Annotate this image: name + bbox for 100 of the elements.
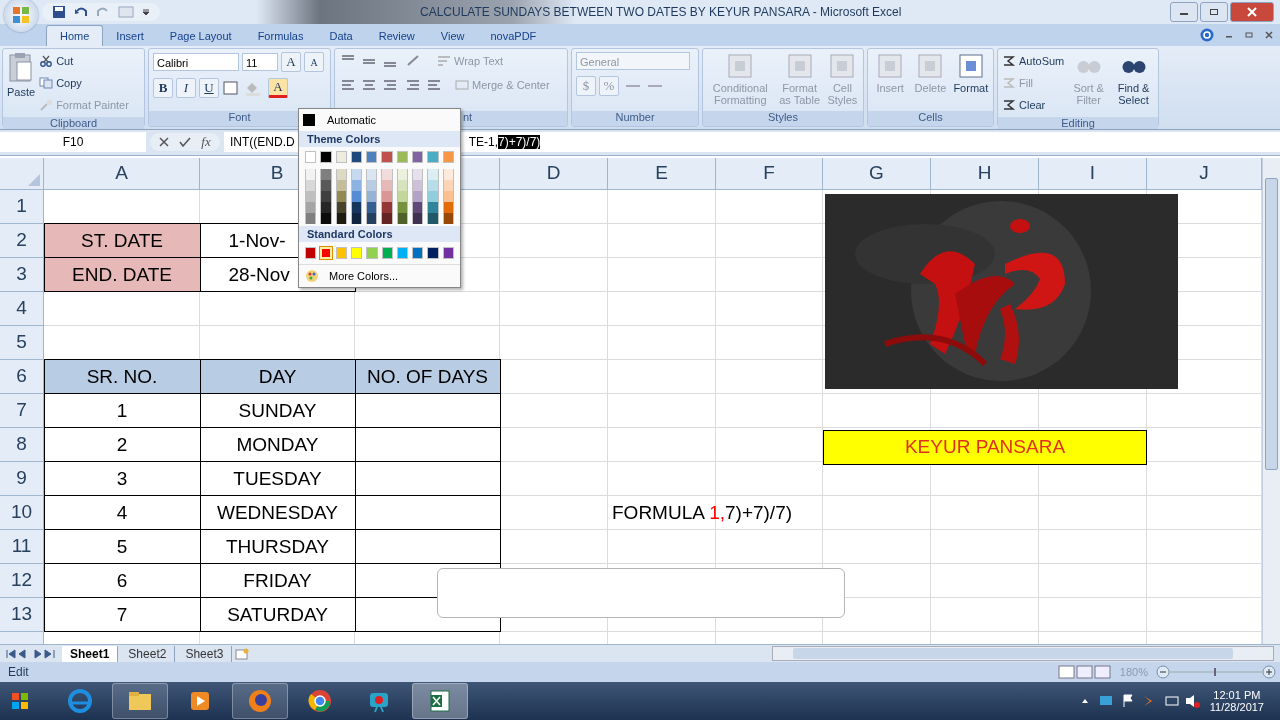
column-header[interactable]: D (500, 157, 608, 190)
editing-button[interactable]: AutoSum (1002, 52, 1065, 70)
color-swatch[interactable] (381, 202, 393, 213)
row-header[interactable]: 6 (0, 359, 44, 394)
font-size-field[interactable]: 11 (242, 53, 278, 71)
color-swatch[interactable] (427, 213, 439, 224)
column-header[interactable]: J (1147, 157, 1262, 190)
vertical-scrollbar[interactable] (1262, 157, 1280, 645)
color-swatch[interactable] (381, 247, 393, 259)
insert-sheet-icon[interactable] (234, 647, 251, 660)
color-swatch[interactable] (442, 213, 454, 224)
row-header[interactable]: 7 (0, 393, 44, 428)
maximize-button[interactable] (1200, 2, 1228, 22)
color-swatch[interactable] (335, 247, 347, 259)
color-swatch[interactable] (305, 213, 317, 224)
row-header[interactable]: 4 (0, 291, 44, 326)
row-header[interactable]: 12 (0, 563, 44, 598)
color-swatch[interactable] (396, 202, 409, 213)
column-header[interactable]: A (44, 157, 200, 190)
color-swatch[interactable] (320, 191, 332, 202)
color-swatch[interactable] (442, 169, 454, 180)
close-icon[interactable] (1264, 30, 1274, 40)
color-swatch[interactable] (350, 169, 363, 180)
horizontal-scrollbar[interactable] (772, 646, 1275, 662)
color-swatch[interactable] (320, 180, 332, 191)
color-swatch[interactable] (381, 151, 393, 163)
ribbon-tab[interactable]: Formulas (244, 26, 317, 46)
color-swatch[interactable] (320, 169, 332, 180)
cancel-icon[interactable] (159, 137, 170, 148)
redo-icon[interactable] (96, 5, 110, 19)
ribbon-tab[interactable]: View (427, 26, 478, 46)
color-swatch[interactable] (396, 247, 409, 259)
color-swatch[interactable] (381, 191, 393, 202)
ribbon-tab[interactable]: Page Layout (156, 26, 245, 46)
insert-function-button[interactable]: fx (201, 134, 211, 151)
color-swatch[interactable] (350, 202, 363, 213)
color-swatch[interactable] (366, 169, 378, 180)
ribbon-tab[interactable]: Data (316, 26, 366, 46)
color-swatch[interactable] (320, 213, 332, 224)
view-buttons-icon[interactable] (1057, 665, 1112, 680)
font-name-field[interactable]: Calibri (153, 53, 239, 71)
color-swatch[interactable] (396, 191, 409, 202)
row-header[interactable]: 13 (0, 597, 44, 632)
tray-icons[interactable] (1079, 693, 1200, 710)
color-swatch[interactable] (366, 247, 378, 259)
color-swatch[interactable] (427, 180, 439, 191)
sheet-tab[interactable]: Sheet2 (120, 645, 176, 662)
color-swatch[interactable] (412, 151, 424, 163)
color-swatch[interactable] (335, 191, 347, 202)
check-icon[interactable] (179, 137, 192, 148)
color-swatch[interactable] (396, 169, 409, 180)
row-header[interactable]: 11 (0, 529, 44, 564)
color-swatch[interactable] (442, 202, 454, 213)
color-swatch[interactable] (350, 180, 363, 191)
color-swatch[interactable] (335, 180, 347, 191)
undo-icon[interactable] (74, 5, 88, 19)
row-header[interactable]: 1 (0, 189, 44, 224)
color-swatch[interactable] (381, 169, 393, 180)
underline-button[interactable]: U (199, 78, 219, 98)
font-color-button[interactable]: A (268, 78, 288, 98)
row-header[interactable]: 8 (0, 427, 44, 462)
maximize-icon[interactable] (1209, 8, 1219, 16)
color-swatch[interactable] (350, 191, 363, 202)
color-swatch[interactable] (442, 191, 454, 202)
taskbar-app[interactable] (412, 683, 468, 720)
color-swatch[interactable] (396, 151, 409, 163)
color-swatch[interactable] (396, 180, 409, 191)
color-swatch[interactable] (412, 213, 424, 224)
border-icon[interactable] (222, 80, 240, 96)
color-swatch[interactable] (412, 169, 424, 180)
color-swatch[interactable] (305, 202, 317, 213)
color-swatch[interactable] (351, 247, 363, 259)
color-swatch[interactable] (305, 191, 317, 202)
color-swatch[interactable] (381, 213, 393, 224)
close-button[interactable] (1230, 2, 1274, 22)
column-header[interactable]: E (608, 157, 716, 190)
color-swatch[interactable] (427, 151, 439, 163)
taskbar-app[interactable] (112, 683, 168, 720)
color-swatch[interactable] (366, 151, 378, 163)
color-swatch[interactable] (427, 202, 439, 213)
ribbon-tab[interactable]: Home (46, 25, 104, 46)
color-swatch[interactable] (350, 151, 363, 163)
color-swatch[interactable] (305, 151, 317, 163)
ribbon-button[interactable]: Find & Select (1113, 52, 1154, 106)
minimize-button[interactable] (1170, 2, 1198, 22)
sheet-tab[interactable]: Sheet3 (177, 645, 233, 662)
color-swatch[interactable] (335, 213, 347, 224)
select-all-button[interactable] (0, 157, 44, 190)
color-swatch[interactable] (305, 247, 317, 259)
color-swatch[interactable] (427, 191, 439, 202)
row-header[interactable]: 3 (0, 257, 44, 292)
column-header[interactable]: I (1039, 157, 1147, 190)
color-swatch[interactable] (366, 180, 378, 191)
column-header[interactable]: F (716, 157, 823, 190)
ribbon-button[interactable]: Format (952, 52, 989, 94)
row-header[interactable]: 9 (0, 461, 44, 496)
row-header[interactable]: 5 (0, 325, 44, 360)
sheet-tab[interactable]: Sheet1 (62, 645, 119, 662)
color-swatch[interactable] (442, 180, 454, 191)
shrink-font-button[interactable]: A (304, 52, 324, 72)
